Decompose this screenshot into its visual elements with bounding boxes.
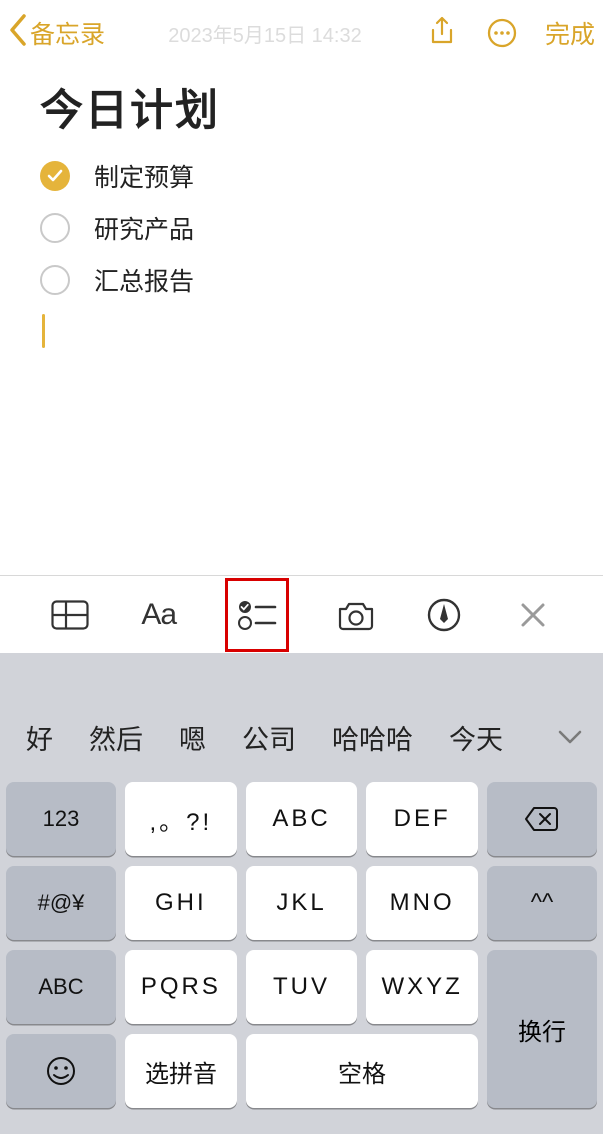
chevron-left-icon (8, 13, 28, 47)
key-wxyz[interactable]: WXYZ (366, 950, 478, 1024)
table-icon[interactable] (48, 593, 92, 637)
backspace-key[interactable] (487, 782, 597, 856)
text-cursor (42, 314, 45, 348)
checklist-item[interactable]: 汇总报告 (40, 262, 563, 298)
key-punct[interactable]: ,。?! (125, 782, 237, 856)
checklist-item[interactable]: 制定预算 (40, 158, 563, 194)
suggestion-bar: 好 然后 嗯 公司 哈哈哈 今天 (0, 700, 603, 774)
more-icon[interactable] (485, 16, 519, 50)
key-123[interactable]: 123 (6, 782, 116, 856)
checklist-text: 汇总报告 (94, 262, 194, 298)
suggestion-item[interactable]: 好 (8, 718, 71, 757)
markup-icon[interactable] (422, 593, 466, 637)
share-icon[interactable] (425, 16, 459, 50)
suggestion-item[interactable]: 嗯 (161, 718, 224, 757)
checkbox-checked-icon[interactable] (40, 161, 70, 191)
key-jkl[interactable]: JKL (246, 866, 358, 940)
key-def[interactable]: DEF (366, 782, 478, 856)
suggestion-item[interactable]: 哈哈哈 (314, 718, 431, 757)
close-icon[interactable] (511, 593, 555, 637)
keyboard-gap (0, 653, 603, 700)
key-tuv[interactable]: TUV (246, 950, 358, 1024)
note-title: 今日计划 (40, 76, 563, 138)
note-body[interactable]: 今日计划 制定预算 研究产品 汇总报告 (0, 66, 603, 348)
checklist-text: 制定预算 (94, 158, 194, 194)
camera-icon[interactable] (334, 593, 378, 637)
done-button[interactable]: 完成 (545, 15, 595, 51)
keyboard: 好 然后 嗯 公司 哈哈哈 今天 123 ,。?! ABC DEF #@¥ GH… (0, 653, 603, 1134)
chevron-down-icon[interactable] (545, 729, 595, 745)
text-format-button[interactable]: Aa (137, 593, 181, 637)
note-timestamp: 2023年5月15日 14:32 (105, 19, 425, 48)
checklist-text: 研究产品 (94, 210, 194, 246)
keyboard-grid: 123 ,。?! ABC DEF #@¥ GHI JKL MNO ^^ ABC … (0, 774, 603, 1134)
checkbox-unchecked-icon[interactable] (40, 265, 70, 295)
key-mno[interactable]: MNO (366, 866, 478, 940)
suggestion-item[interactable]: 然后 (71, 718, 161, 757)
key-face[interactable]: ^^ (487, 866, 597, 940)
back-label: 备忘录 (30, 15, 105, 51)
checklist-item[interactable]: 研究产品 (40, 210, 563, 246)
suggestion-item[interactable]: 公司 (224, 718, 314, 757)
checkbox-unchecked-icon[interactable] (40, 213, 70, 243)
back-button[interactable]: 备忘录 (8, 15, 105, 51)
key-abc-mode[interactable]: ABC (6, 950, 116, 1024)
emoji-key[interactable] (6, 1034, 116, 1108)
checklist-button[interactable] (225, 576, 289, 654)
key-ghi[interactable]: GHI (125, 866, 237, 940)
pinyin-key[interactable]: 选拼音 (125, 1034, 237, 1108)
key-pqrs[interactable]: PQRS (125, 950, 237, 1024)
suggestion-item[interactable]: 今天 (431, 718, 521, 757)
key-abc[interactable]: ABC (246, 782, 358, 856)
nav-bar: 备忘录 2023年5月15日 14:32 完成 (0, 0, 603, 66)
space-key[interactable]: 空格 (246, 1034, 478, 1108)
enter-key[interactable]: 换行 (487, 950, 597, 1108)
key-symbols[interactable]: #@¥ (6, 866, 116, 940)
format-toolbar: Aa (0, 575, 603, 653)
